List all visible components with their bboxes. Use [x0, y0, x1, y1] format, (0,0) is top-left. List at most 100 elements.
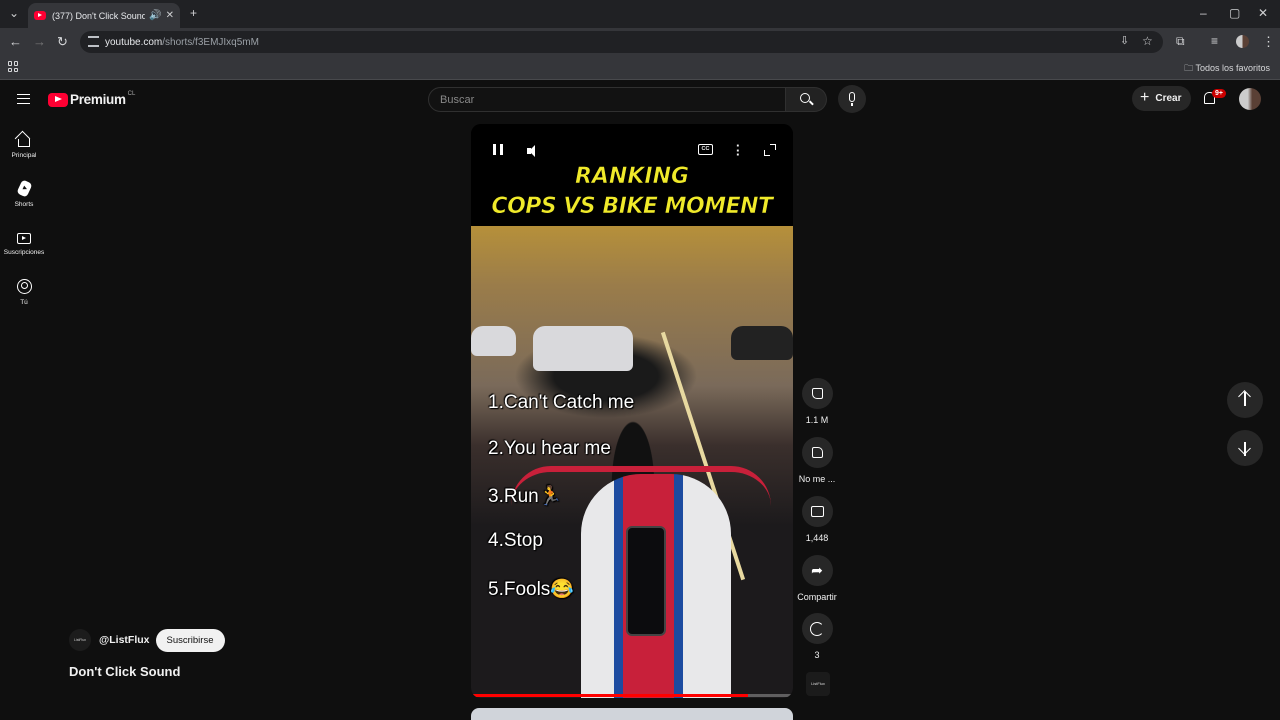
sidebar-item-subscriptions[interactable]: Suscripciones [0, 230, 48, 256]
thumbs-down-icon [811, 447, 823, 458]
sidebar-item-label: Tú [20, 299, 28, 306]
tab-close-icon[interactable]: ✕ [166, 10, 174, 21]
minimize-icon[interactable]: – [1200, 6, 1207, 20]
like-count: 1.1 M [805, 415, 829, 425]
next-short-button[interactable] [1227, 430, 1263, 466]
video-headline-2: COPS VS BIKE MOMENT [491, 194, 773, 220]
previous-short-button[interactable] [1227, 382, 1263, 418]
overlay-line: 2.You hear me [488, 438, 611, 459]
mic-icon [849, 92, 855, 102]
tab-search-icon[interactable]: ⌄ [9, 6, 19, 20]
all-bookmarks-label: Todos los favoritos [1195, 63, 1270, 73]
pause-icon[interactable] [493, 144, 503, 155]
remix-button[interactable]: 3 [796, 613, 838, 660]
install-app-icon[interactable]: ⇩ [1120, 34, 1129, 47]
youtube-logo[interactable]: Premium CL [48, 90, 136, 107]
sidebar-item-home[interactable]: Principal [0, 132, 48, 159]
account-avatar[interactable] [1239, 88, 1261, 110]
apps-grid-icon[interactable] [8, 61, 19, 72]
video-frame [471, 226, 793, 698]
reload-icon[interactable]: ↻ [57, 34, 68, 50]
site-info-icon[interactable] [88, 36, 99, 47]
overlay-line: 5.Fools😂 [488, 579, 574, 600]
media-control-icon[interactable]: ≡ [1211, 34, 1218, 48]
url-input[interactable]: youtube.com/shorts/f3EMJIxq5mM [80, 31, 1163, 53]
create-label: Crear [1155, 93, 1182, 104]
youtube-play-icon [48, 92, 68, 107]
country-code: CL [127, 90, 136, 97]
sidebar-item-label: Suscripciones [3, 249, 45, 256]
bookmark-star-icon[interactable]: ☆ [1142, 34, 1153, 48]
url-path: /shorts/f3EMJIxq5mM [162, 36, 259, 48]
forward-icon[interactable]: → [33, 34, 46, 49]
share-button[interactable]: ➦ Compartir [796, 555, 838, 602]
channel-handle[interactable]: @ListFlux [99, 634, 150, 646]
youtube-favicon-icon [34, 11, 46, 20]
url-host: youtube.com [105, 36, 163, 48]
overlay-line: 1.Can't Catch me [488, 392, 635, 413]
all-bookmarks[interactable]: 🗀 Todos los favoritos [1184, 61, 1270, 77]
dislike-button[interactable]: No me ... [796, 437, 838, 484]
arrow-up-icon [1238, 390, 1251, 403]
search-button[interactable] [786, 87, 827, 112]
user-icon [16, 279, 32, 294]
shorts-icon [15, 179, 33, 198]
home-icon [18, 139, 30, 147]
address-bar-row: ← → ↻ youtube.com/shorts/f3EMJIxq5mM ⇩ ☆… [0, 28, 1280, 56]
search-input[interactable]: Buscar [428, 87, 786, 112]
remix-count: 3 [814, 650, 820, 660]
short-video-player[interactable]: RANKING COPS VS BIKE MOMENT CC · · · 1.Can… [471, 124, 793, 698]
window-close-icon[interactable]: ✕ [1258, 6, 1268, 20]
search-placeholder: Buscar [440, 93, 475, 106]
sidebar-item-you[interactable]: Tú [0, 279, 48, 306]
voice-search-button[interactable] [838, 85, 866, 113]
sidebar-item-label: Shorts [14, 201, 34, 208]
plus-icon: + [1140, 88, 1150, 106]
more-options-icon[interactable]: · · · [736, 139, 740, 161]
captions-icon[interactable]: CC [698, 144, 713, 155]
volume-icon[interactable] [527, 144, 541, 158]
menu-icon[interactable] [17, 94, 30, 104]
thumbs-up-icon [811, 388, 823, 399]
overlay-line: 4.Stop [488, 530, 543, 551]
remix-icon [810, 621, 824, 636]
subscribe-button[interactable]: Suscribirse [155, 628, 225, 652]
extensions-icon[interactable]: ⧉ [1176, 34, 1185, 49]
comments-button[interactable]: 1,448 [796, 496, 838, 543]
next-short-preview[interactable] [471, 708, 793, 720]
progress-fill [471, 694, 748, 697]
youtube-header: Premium CL Buscar + Crear 9+ [0, 80, 1280, 118]
create-button[interactable]: + Crear [1132, 86, 1191, 111]
logo-text: Premium [70, 92, 126, 107]
fullscreen-icon[interactable] [764, 144, 776, 156]
channel-thumbnail[interactable]: ListFlux [806, 672, 830, 696]
arrow-down-icon [1238, 442, 1251, 455]
share-icon: ➦ [811, 562, 823, 578]
overlay-line: 3.Run🏃 [488, 486, 563, 507]
tab-title: (377) Don't Click Sound - Y [52, 10, 146, 21]
comment-count: 1,448 [805, 533, 829, 543]
tab-audio-icon[interactable]: 🔊 [149, 10, 161, 21]
progress-bar[interactable] [471, 694, 793, 697]
comment-icon [810, 506, 824, 517]
search-icon [800, 93, 810, 103]
share-label: Compartir [797, 592, 837, 602]
subscriptions-icon [17, 233, 31, 244]
short-title: Don't Click Sound [69, 664, 181, 679]
video-headline-1: RANKING [574, 164, 690, 190]
bookmarks-bar: 🗀 Todos los favoritos [0, 56, 1280, 80]
channel-avatar[interactable]: ListFlux [69, 629, 91, 651]
new-tab-icon[interactable]: + [190, 6, 197, 20]
dislike-label: No me ... [798, 474, 836, 484]
restore-icon[interactable]: ▢ [1229, 6, 1240, 20]
channel-info: ListFlux @ListFlux Suscribirse [69, 628, 225, 652]
back-icon[interactable]: ← [9, 34, 22, 49]
browser-tab-strip: ⌄ (377) Don't Click Sound - Y 🔊 ✕ + – ▢ … [0, 0, 1280, 28]
browser-tab[interactable]: (377) Don't Click Sound - Y 🔊 ✕ [28, 3, 180, 28]
sidebar-item-shorts[interactable]: Shorts [0, 179, 48, 208]
sidebar-item-label: Principal [11, 152, 37, 159]
profile-avatar[interactable] [1236, 35, 1249, 48]
chrome-menu-icon[interactable]: ⋮ [1262, 34, 1275, 50]
like-button[interactable]: 1.1 M [796, 378, 838, 425]
notifications-badge: 9+ [1212, 89, 1226, 98]
